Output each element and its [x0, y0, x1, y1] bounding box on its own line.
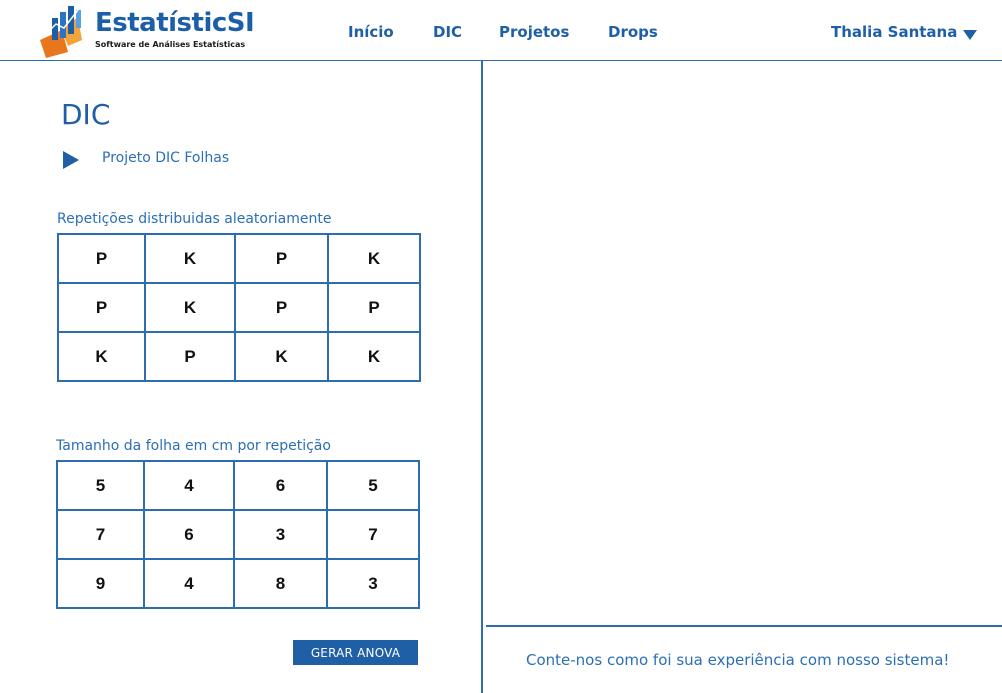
table-cell: 5 [326, 460, 420, 511]
table-cell: P [327, 282, 421, 333]
chevron-down-icon[interactable] [963, 30, 977, 40]
panel-divider [481, 61, 483, 693]
table-cell: K [234, 331, 329, 382]
brand-name: EstatísticSI [95, 8, 255, 38]
table-row: K P K K [57, 331, 421, 382]
table-cell: 3 [326, 558, 420, 609]
nav-dic[interactable]: DIC [433, 23, 462, 41]
table-cell: K [144, 282, 236, 333]
randomized-label: Repetições distribuidas aleatoriamente [57, 211, 332, 227]
brand-tagline: Software de Análises Estatísticas [95, 40, 246, 49]
table-row: 9 4 8 3 [56, 558, 420, 609]
table-cell: 6 [233, 460, 328, 511]
project-link[interactable]: Projeto DIC Folhas [102, 150, 229, 166]
randomized-table: P K P K P K P P K P K K [57, 233, 421, 382]
nav-projetos[interactable]: Projetos [499, 23, 569, 41]
table-row: P K P P [57, 282, 421, 333]
leaf-size-table: 5 4 6 5 7 6 3 7 9 4 8 3 [56, 460, 420, 609]
logo-chart-icon [40, 6, 82, 58]
table-cell: 9 [56, 558, 145, 609]
table-row: 7 6 3 7 [56, 509, 420, 560]
table-cell: 7 [326, 509, 420, 560]
table-cell: P [234, 233, 329, 284]
table-cell: 6 [143, 509, 235, 560]
play-icon[interactable] [63, 151, 79, 169]
table-cell: P [234, 282, 329, 333]
brand-logo[interactable]: EstatísticSI Software de Análises Estatí… [38, 4, 255, 58]
table-row: P K P K [57, 233, 421, 284]
table-cell: P [57, 233, 146, 284]
nav-inicio[interactable]: Início [348, 23, 394, 41]
table-cell: P [57, 282, 146, 333]
table-cell: K [327, 233, 421, 284]
table-cell: 8 [233, 558, 328, 609]
table-cell: K [144, 233, 236, 284]
leaf-size-label: Tamanho da folha em cm por repetição [56, 438, 331, 454]
table-cell: P [144, 331, 236, 382]
table-cell: K [327, 331, 421, 382]
generate-anova-button[interactable]: GERAR ANOVA [293, 640, 418, 665]
table-cell: 4 [143, 558, 235, 609]
table-cell: 4 [143, 460, 235, 511]
feedback-divider [486, 625, 1002, 627]
top-header: EstatísticSI Software de Análises Estatí… [0, 0, 1002, 61]
nav-drops[interactable]: Drops [608, 23, 658, 41]
table-row: 5 4 6 5 [56, 460, 420, 511]
table-cell: 3 [233, 509, 328, 560]
user-menu[interactable]: Thalia Santana [831, 23, 957, 41]
page-title: DIC [61, 98, 111, 131]
table-cell: 5 [56, 460, 145, 511]
table-cell: 7 [56, 509, 145, 560]
table-cell: K [57, 331, 146, 382]
feedback-link[interactable]: Conte-nos como foi sua experiência com n… [526, 651, 949, 669]
